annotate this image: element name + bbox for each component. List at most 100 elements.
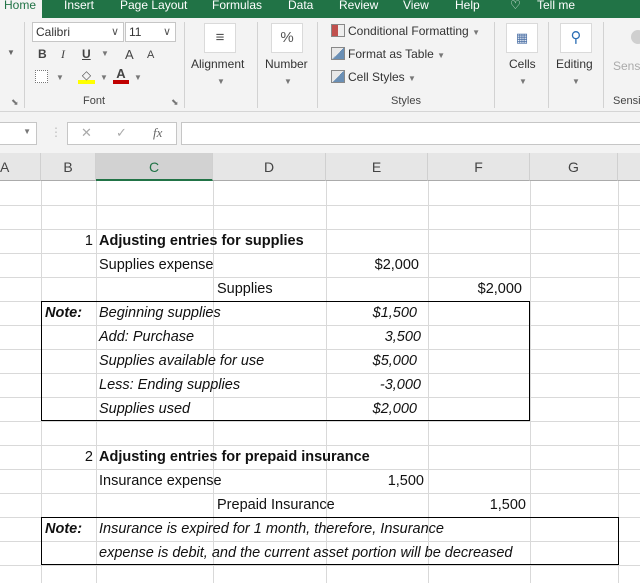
cells-dropdown-icon: ▼ xyxy=(519,77,527,86)
note-row-amount: -3,000 xyxy=(379,377,421,393)
column-header-a[interactable]: A xyxy=(0,153,41,181)
cell-styles-label: Cell Styles xyxy=(348,70,405,84)
column-header-e[interactable]: E xyxy=(326,153,428,181)
increase-font-size-button[interactable]: A xyxy=(125,47,134,62)
enter-icon[interactable]: ✓ xyxy=(116,125,127,141)
conditional-formatting-button[interactable]: Conditional Formatting ▼ xyxy=(331,24,480,38)
number-dropdown-icon: ▼ xyxy=(284,77,292,86)
chevron-down-icon: ∨ xyxy=(162,26,171,38)
section2-debit-amount: 1,500 xyxy=(387,473,424,489)
note-row-amount: $1,500 xyxy=(372,305,417,321)
column-header-h[interactable] xyxy=(618,153,640,181)
sensitivity-button[interactable]: Sensi xyxy=(613,59,640,73)
ribbon-tab-bar: Home Insert Page Layout Formulas Data Re… xyxy=(0,0,640,18)
italic-button[interactable]: I xyxy=(61,47,65,62)
font-size-value: 11 xyxy=(129,25,142,39)
percent-icon[interactable]: % xyxy=(271,23,303,53)
section1-number: 1 xyxy=(84,233,93,249)
borders-dropdown-icon[interactable]: ▼ xyxy=(56,73,64,82)
note-row-label: Beginning supplies xyxy=(99,305,221,321)
formula-input[interactable] xyxy=(181,122,640,145)
decrease-font-size-button[interactable]: A xyxy=(147,49,154,61)
note-row-label: Add: Purchase xyxy=(99,329,195,345)
tab-insert[interactable]: Insert xyxy=(64,0,94,14)
dropdown-icon: ▼ xyxy=(408,74,416,83)
fill-color-icon[interactable]: ◇ xyxy=(78,68,95,84)
insert-function-icon[interactable]: fx xyxy=(153,125,162,141)
lightbulb-icon: ♡ xyxy=(510,0,521,12)
number-button[interactable]: Number xyxy=(265,57,308,71)
font-color-dropdown-icon[interactable]: ▼ xyxy=(134,73,142,82)
dropdown-icon: ▼ xyxy=(437,51,446,60)
note-row-label: Less: Ending supplies xyxy=(99,377,241,393)
section2-number: 2 xyxy=(84,449,93,465)
font-dialog-launcher-icon[interactable]: ⬊ xyxy=(171,97,179,108)
underline-dropdown-icon[interactable]: ▼ xyxy=(101,49,109,58)
tab-tell-me[interactable]: Tell me xyxy=(537,0,575,14)
alignment-button[interactable]: Alignment xyxy=(191,57,244,71)
font-size-combo[interactable]: 11 ∨ xyxy=(125,22,176,42)
section2-debit-account: Insurance expense xyxy=(99,473,222,489)
font-name-combo[interactable]: Calibri ∨ xyxy=(32,22,124,42)
format-as-table-label: Format as Table xyxy=(348,47,434,61)
section1-note-label: Note: xyxy=(45,305,83,321)
note-row-amount: $5,000 xyxy=(372,353,417,369)
conditional-formatting-icon xyxy=(331,24,345,37)
formula-bar-resize-handle[interactable]: ⋮ xyxy=(50,125,62,139)
name-box-dropdown-icon[interactable]: ▼ xyxy=(23,127,31,136)
clipboard-dialog-launcher-icon[interactable]: ⬊ xyxy=(11,97,19,108)
tab-page-layout[interactable]: Page Layout xyxy=(120,0,187,14)
section1-debit-amount: $2,000 xyxy=(374,257,419,273)
bold-button[interactable]: B xyxy=(38,47,47,61)
cell-styles-button[interactable]: Cell Styles ▼ xyxy=(331,70,416,84)
ribbon: ▼ ⬊ Calibri ∨ 11 ∨ B I U ▼ A A ▼ ◇ ▼ A ▼… xyxy=(0,18,640,112)
editing-button[interactable]: Editing xyxy=(556,57,593,71)
cell-styles-icon xyxy=(331,70,345,83)
chevron-down-icon: ∨ xyxy=(110,26,119,38)
format-as-table-button[interactable]: Format as Table ▼ xyxy=(331,47,445,61)
borders-icon[interactable] xyxy=(35,70,48,83)
tab-data[interactable]: Data xyxy=(288,0,313,14)
section2-note-line: Insurance is expired for 1 month, theref… xyxy=(99,521,444,537)
section1-title: Adjusting entries for supplies xyxy=(99,233,304,249)
underline-button[interactable]: U xyxy=(82,47,91,61)
formula-bar: ▼ ⋮ ✕ ✓ fx xyxy=(0,112,640,153)
column-header-g[interactable]: G xyxy=(530,153,618,181)
column-header-f[interactable]: F xyxy=(428,153,530,181)
cells-button[interactable]: Cells xyxy=(509,57,536,71)
magnifier-icon[interactable]: ⚲ xyxy=(560,23,592,53)
fill-color-dropdown-icon[interactable]: ▼ xyxy=(100,73,108,82)
alignment-icon[interactable]: ≡ xyxy=(204,23,236,53)
cancel-icon[interactable]: ✕ xyxy=(81,125,92,141)
note-row-amount: 3,500 xyxy=(384,329,421,345)
dropdown-icon: ▼ xyxy=(472,28,480,37)
conditional-formatting-label: Conditional Formatting xyxy=(348,24,469,38)
tab-review[interactable]: Review xyxy=(339,0,378,14)
font-group-label: Font xyxy=(83,95,106,107)
font-color-icon[interactable]: A xyxy=(113,67,129,84)
tab-home[interactable]: Home xyxy=(0,0,43,18)
column-header-b[interactable]: B xyxy=(41,153,96,181)
styles-group-label: Styles xyxy=(391,95,421,107)
tab-view[interactable]: View xyxy=(403,0,429,14)
section1-credit-amount: $2,000 xyxy=(477,281,522,297)
clipboard-dropdown-icon[interactable]: ▼ xyxy=(7,48,15,57)
note-row-amount: $2,000 xyxy=(372,401,417,417)
tab-help[interactable]: Help xyxy=(455,0,480,14)
alignment-dropdown-icon: ▼ xyxy=(217,77,225,86)
section2-title: Adjusting entries for prepaid insurance xyxy=(99,449,370,465)
name-box[interactable]: ▼ xyxy=(0,122,37,145)
section2-credit-account: Prepaid Insurance xyxy=(217,497,335,513)
section1-credit-account: Supplies xyxy=(217,281,273,297)
column-header-c[interactable]: C xyxy=(96,153,213,181)
cells-icon[interactable]: ▦ xyxy=(506,23,538,53)
section2-note-label: Note: xyxy=(45,521,83,537)
column-header-d[interactable]: D xyxy=(213,153,326,181)
sensitivity-icon xyxy=(631,30,640,44)
section2-credit-amount: 1,500 xyxy=(489,497,526,513)
formula-buttons: ✕ ✓ fx xyxy=(67,122,177,145)
note-row-label: Supplies used xyxy=(99,401,191,417)
tab-formulas[interactable]: Formulas xyxy=(212,0,262,14)
format-as-table-icon xyxy=(331,47,345,60)
editing-dropdown-icon: ▼ xyxy=(572,77,580,86)
